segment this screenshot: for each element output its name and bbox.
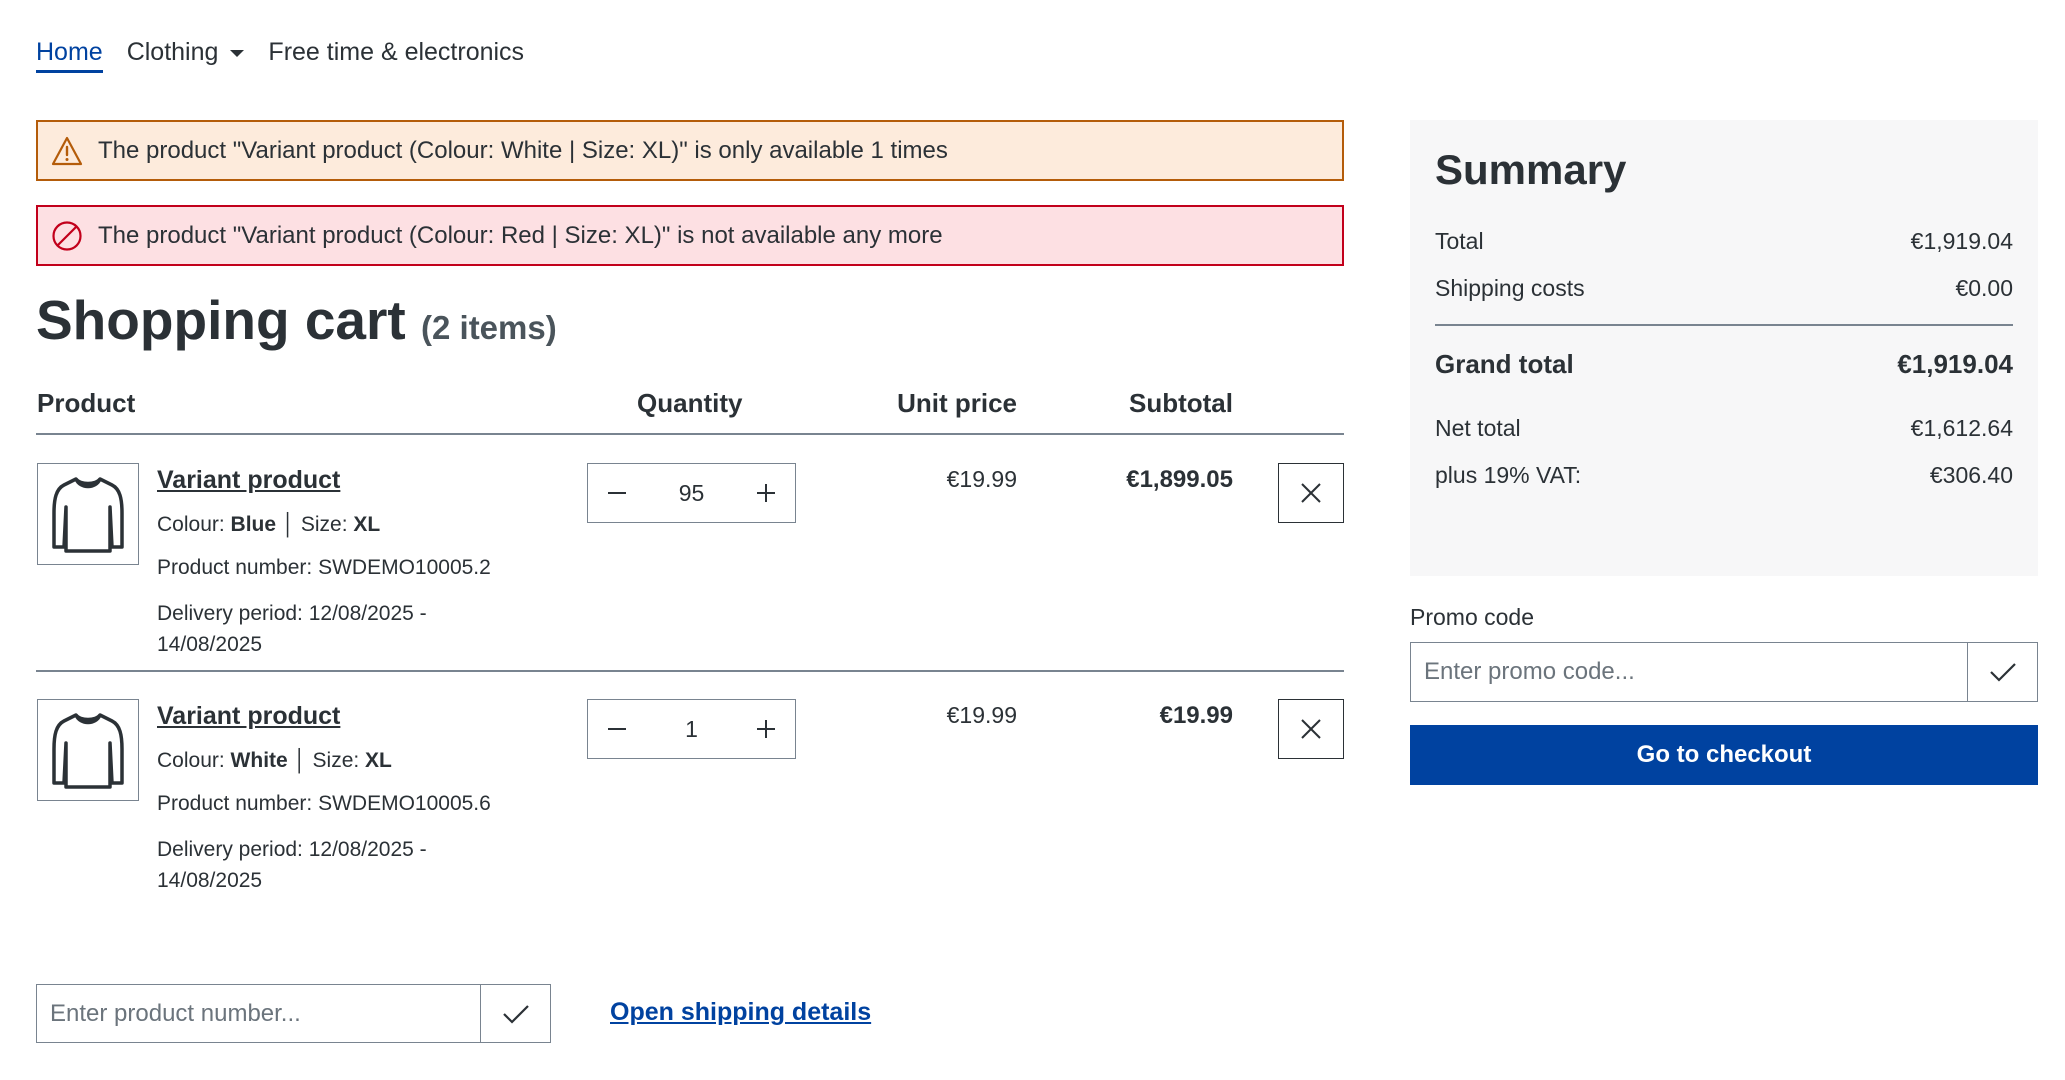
attr-separator: │ xyxy=(293,749,307,772)
product-image[interactable] xyxy=(37,699,139,801)
delivery-period-line2: 14/08/2025 xyxy=(157,633,263,656)
product-name-link[interactable]: Variant product xyxy=(157,466,340,495)
nav-item-free-time-electronics[interactable]: Free time & electronics xyxy=(268,30,524,74)
header-quantity: Quantity xyxy=(637,388,743,418)
summary-title: Summary xyxy=(1435,146,1627,193)
shipping-costs-value: €0.00 xyxy=(1955,275,2013,301)
product-number: Product number: SWDEMO10005.2 xyxy=(157,556,491,579)
size-value: XL xyxy=(353,513,381,536)
quantity-stepper: 1 xyxy=(587,699,796,759)
net-total-value: €1,612.64 xyxy=(1910,415,2013,441)
product-image[interactable] xyxy=(37,463,139,565)
unit-price: €19.99 xyxy=(946,466,1017,492)
quantity-value[interactable]: 95 xyxy=(679,480,705,507)
promo-code-label: Promo code xyxy=(1410,604,1535,630)
promo-code-submit-button[interactable] xyxy=(1967,643,2037,701)
summary-shipping-row: Shipping costs €0.00 xyxy=(1435,275,2013,302)
page-title-text: Shopping cart xyxy=(36,289,406,351)
checkmark-icon xyxy=(502,1004,529,1024)
summary-net-total-row: Net total €1,612.64 xyxy=(1435,415,2013,442)
shirt-icon xyxy=(52,477,124,553)
promo-code-form xyxy=(1410,642,2038,702)
header-product: Product xyxy=(37,388,136,418)
delivery-period-line2: 14/08/2025 xyxy=(157,869,263,892)
increase-quantity-button[interactable] xyxy=(749,712,783,746)
go-to-checkout-button[interactable]: Go to checkout xyxy=(1410,725,2038,785)
delivery-period-line1: Delivery period: 12/08/2025 - xyxy=(157,602,427,625)
total-value: €1,919.04 xyxy=(1910,228,2013,254)
quantity-value[interactable]: 1 xyxy=(685,716,698,743)
product-number-input[interactable] xyxy=(37,985,480,1042)
cart-item-count: (2 items) xyxy=(421,309,557,346)
delivery-period: Delivery period: 12/08/2025 - 14/08/2025 xyxy=(157,834,427,896)
cart-table-header: Product Quantity Unit price Subtotal xyxy=(36,385,1344,435)
summary-divider xyxy=(1435,324,2013,326)
net-total-label: Net total xyxy=(1435,415,1521,441)
size-label: Size: xyxy=(312,749,360,772)
warning-alert: The product "Variant product (Colour: Wh… xyxy=(36,120,1344,181)
size-value: XL xyxy=(365,749,392,772)
checkmark-icon xyxy=(1989,663,2016,682)
colour-label: Colour: xyxy=(157,749,225,772)
total-label: Total xyxy=(1435,228,1484,254)
attr-separator: │ xyxy=(281,513,296,536)
nav-item-clothing-label: Clothing xyxy=(126,37,219,66)
size-label: Size: xyxy=(300,513,348,536)
remove-item-button[interactable] xyxy=(1278,699,1344,759)
close-icon xyxy=(1301,483,1321,503)
header-unit-price: Unit price xyxy=(897,388,1017,418)
close-icon xyxy=(1301,719,1321,739)
nav-item-home[interactable]: Home xyxy=(36,30,103,74)
header-subtotal: Subtotal xyxy=(1129,388,1233,418)
line-subtotal: €19.99 xyxy=(1159,702,1233,729)
add-product-form xyxy=(36,984,551,1043)
colour-label: Colour: xyxy=(157,513,225,536)
summary-vat-row: plus 19% VAT: €306.40 xyxy=(1435,462,2013,489)
product-number: Product number: SWDEMO10005.6 xyxy=(157,792,491,815)
add-product-submit-button[interactable] xyxy=(480,985,550,1042)
page-title: Shopping cart (2 items) xyxy=(36,288,557,352)
main-navigation: Home Clothing Free time & electronics xyxy=(36,30,548,74)
plus-icon xyxy=(757,484,775,502)
remove-item-button[interactable] xyxy=(1278,463,1344,523)
colour-value: Blue xyxy=(230,513,277,536)
decrease-quantity-button[interactable] xyxy=(600,476,634,510)
error-alert: The product "Variant product (Colour: Re… xyxy=(36,205,1344,266)
vat-label: plus 19% VAT: xyxy=(1435,462,1582,488)
product-attributes: Colour: White │ Size: XL xyxy=(157,749,392,773)
shipping-costs-label: Shipping costs xyxy=(1435,275,1585,301)
grand-total-value: €1,919.04 xyxy=(1897,349,2013,379)
warning-alert-text: The product "Variant product (Colour: Wh… xyxy=(98,136,948,164)
product-attributes: Colour: Blue │ Size: XL xyxy=(157,513,380,537)
product-name-link[interactable]: Variant product xyxy=(157,702,340,731)
minus-icon xyxy=(608,492,626,494)
summary-grand-total-row: Grand total €1,919.04 xyxy=(1435,349,2013,380)
caret-down-icon xyxy=(230,49,245,57)
grand-total-label: Grand total xyxy=(1435,349,1574,379)
summary-total-row: Total €1,919.04 xyxy=(1435,228,2013,255)
nav-item-free-time-label: Free time & electronics xyxy=(268,37,525,66)
quantity-stepper: 95 xyxy=(587,463,796,523)
blocked-icon xyxy=(50,219,84,253)
line-subtotal: €1,899.05 xyxy=(1126,466,1233,493)
plus-icon xyxy=(756,720,775,738)
colour-value: White xyxy=(230,749,288,772)
delivery-period: Delivery period: 12/08/2025 - 14/08/2025 xyxy=(157,598,427,660)
warning-triangle-icon xyxy=(50,134,84,168)
open-shipping-details-link[interactable]: Open shipping details xyxy=(610,998,871,1027)
error-alert-text: The product "Variant product (Colour: Re… xyxy=(98,221,943,249)
nav-item-clothing[interactable]: Clothing xyxy=(127,30,245,74)
cart-line-item: Variant product Colour: White │ Size: XL… xyxy=(36,672,1344,908)
nav-item-home-label: Home xyxy=(36,37,103,66)
shirt-icon xyxy=(52,713,124,789)
unit-price: €19.99 xyxy=(946,702,1017,728)
promo-code-input[interactable] xyxy=(1411,643,1967,701)
increase-quantity-button[interactable] xyxy=(749,476,783,510)
minus-icon xyxy=(608,728,626,730)
cart-line-item: Variant product Colour: Blue │ Size: XL … xyxy=(36,436,1344,672)
delivery-period-line1: Delivery period: 12/08/2025 - xyxy=(157,838,427,861)
decrease-quantity-button[interactable] xyxy=(600,712,634,746)
vat-value: €306.40 xyxy=(1929,462,2013,488)
summary-panel: Summary Total €1,919.04 Shipping costs €… xyxy=(1410,120,2038,576)
